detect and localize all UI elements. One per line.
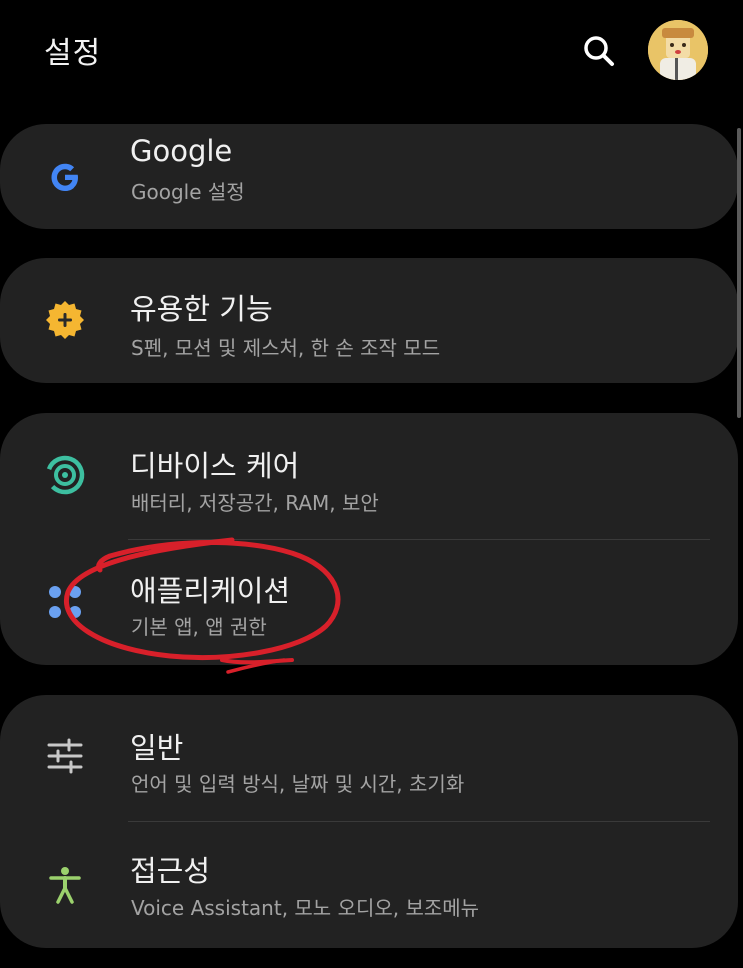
- settings-item-google[interactable]: Google Google 설정: [0, 124, 738, 229]
- item-subtitle: Google 설정: [131, 180, 245, 204]
- card-general-accessibility: 일반 언어 및 입력 방식, 날짜 및 시간, 초기화 접근성 Voice As…: [0, 695, 738, 948]
- device-care-icon: [38, 448, 92, 502]
- search-button[interactable]: [578, 30, 620, 72]
- profile-avatar[interactable]: [648, 20, 708, 80]
- scrollbar[interactable]: [737, 128, 741, 418]
- item-title: 애플리케이션: [130, 574, 291, 608]
- settings-item-applications[interactable]: 애플리케이션 기본 앱, 앱 권한: [0, 540, 738, 665]
- google-icon: [38, 150, 92, 204]
- settings-item-advanced-features[interactable]: 유용한 기능 S펜, 모션 및 제스처, 한 손 조작 모드: [0, 258, 738, 383]
- card-google: Google Google 설정: [0, 124, 738, 229]
- card-advanced-features: 유용한 기능 S펜, 모션 및 제스처, 한 손 조작 모드: [0, 258, 738, 383]
- item-title: 디바이스 케어: [130, 449, 300, 483]
- settings-screen: 설정 Google Google 설정 유용한 기능 S펜, 모션 및 제스처,…: [0, 0, 743, 968]
- item-title: 유용한 기능: [130, 292, 273, 326]
- item-subtitle: S펜, 모션 및 제스처, 한 손 조작 모드: [131, 336, 441, 360]
- search-icon: [584, 36, 614, 66]
- item-title: 접근성: [130, 854, 211, 888]
- item-subtitle: 배터리, 저장공간, RAM, 보안: [131, 491, 379, 515]
- item-subtitle: 언어 및 입력 방식, 날짜 및 시간, 초기화: [131, 772, 465, 796]
- item-title: 일반: [130, 731, 184, 765]
- accessibility-icon: [38, 858, 92, 912]
- advanced-features-icon: [38, 293, 92, 347]
- app-header: 설정: [0, 0, 743, 110]
- settings-item-accessibility[interactable]: 접근성 Voice Assistant, 모노 오디오, 보조메뉴: [0, 822, 738, 948]
- page-title: 설정: [44, 36, 102, 71]
- card-device-apps: 디바이스 케어 배터리, 저장공간, RAM, 보안 애플리케이션 기본 앱, …: [0, 413, 738, 665]
- apps-icon: [38, 575, 92, 629]
- settings-item-device-care[interactable]: 디바이스 케어 배터리, 저장공간, RAM, 보안: [0, 413, 738, 539]
- item-subtitle: Voice Assistant, 모노 오디오, 보조메뉴: [131, 896, 480, 920]
- general-sliders-icon: [38, 729, 92, 783]
- item-title: Google: [130, 134, 233, 168]
- item-subtitle: 기본 앱, 앱 권한: [131, 615, 267, 639]
- avatar-image: [648, 20, 708, 80]
- settings-item-general[interactable]: 일반 언어 및 입력 방식, 날짜 및 시간, 초기화: [0, 695, 738, 821]
